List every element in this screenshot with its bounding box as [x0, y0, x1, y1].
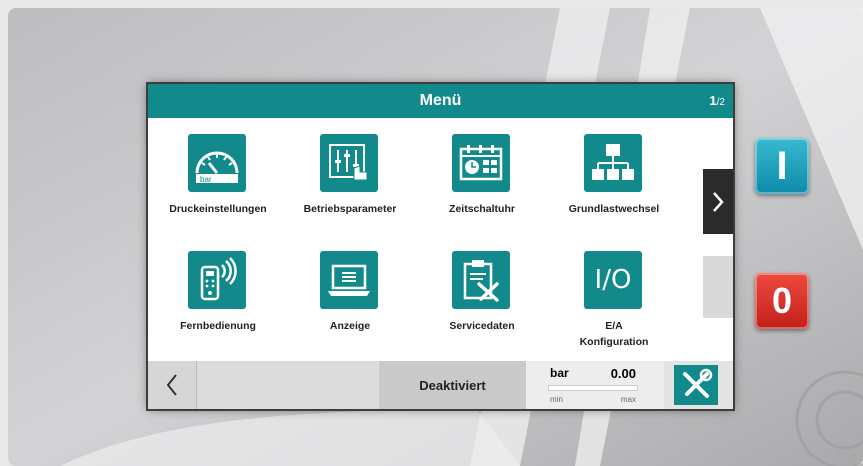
menu-item-fernbedienung[interactable]: Fernbedienung [153, 251, 283, 351]
gauge-unit-text: bar [200, 175, 212, 184]
menu-item-label: Servicedaten [449, 320, 515, 332]
hierarchy-icon [584, 134, 642, 192]
menu-item-label: Grundlastwechsel [568, 203, 660, 215]
next-page-button[interactable] [703, 169, 733, 234]
menu-item-betriebsparameter[interactable]: Betriebsparameter [285, 134, 415, 234]
menu-item-grundlastwechsel[interactable]: Grundlastwechsel [549, 134, 679, 234]
laptop-icon [320, 251, 378, 309]
gauge-icon: bar [188, 134, 246, 192]
menu-item-servicedaten[interactable]: Servicedaten [417, 251, 547, 351]
sliders-icon [320, 134, 378, 192]
menu-item-zeitschaltuhr[interactable]: Zeitschaltuhr [417, 134, 547, 234]
remote-control-icon [188, 251, 246, 309]
menu-item-label: Druckeinstellungen [169, 203, 267, 215]
menu-item-anzeige[interactable]: Anzeige [285, 251, 415, 351]
pressure-display: bar 0.00 min max [526, 361, 664, 409]
menu-item-druckeinstellungen[interactable]: bar Druckeinstellungen [153, 134, 283, 234]
page-title: Menü [419, 92, 462, 109]
chevron-right-icon [713, 191, 724, 212]
pressure-bar [548, 385, 638, 391]
pressure-unit: bar [550, 366, 569, 380]
stop-button[interactable]: 0 [755, 273, 809, 329]
back-button[interactable] [148, 361, 197, 409]
io-icon: I/O [584, 251, 642, 309]
menu-item-label: E/A Konfiguration [579, 320, 649, 348]
start-button[interactable]: I [755, 138, 809, 194]
status-bar: Deaktiviert bar 0.00 min max [148, 361, 733, 409]
menu-item-label: Zeitschaltuhr [449, 203, 515, 215]
calendar-clock-icon [452, 134, 510, 192]
operating-state: Deaktiviert [379, 361, 526, 409]
page-total: /2 [716, 97, 725, 108]
menu-item-label: Fernbedienung [180, 320, 256, 332]
pressure-min-label: min [550, 395, 563, 404]
title-bar: Menü 1/2 [148, 84, 733, 118]
menu-item-label: Anzeige [329, 320, 371, 332]
service-tools-button[interactable] [674, 365, 718, 405]
chevron-left-icon [166, 374, 177, 396]
page-indicator: 1/2 [709, 84, 725, 120]
page-current: 1 [709, 93, 717, 108]
pressure-max-label: max [620, 395, 636, 404]
clipboard-tools-icon [452, 251, 510, 309]
tools-icon [683, 368, 713, 398]
side-slot [703, 256, 733, 318]
menu-item-ea-konfiguration[interactable]: I/O E/A Konfiguration [549, 251, 679, 351]
pressure-value: 0.00 [610, 366, 636, 381]
touch-screen: Menü 1/2 bar Druckeinstellungen Betriebs… [148, 84, 733, 409]
io-icon-text: I/O [594, 265, 632, 295]
menu-item-label: Betriebsparameter [303, 203, 397, 215]
status-field [197, 361, 379, 409]
